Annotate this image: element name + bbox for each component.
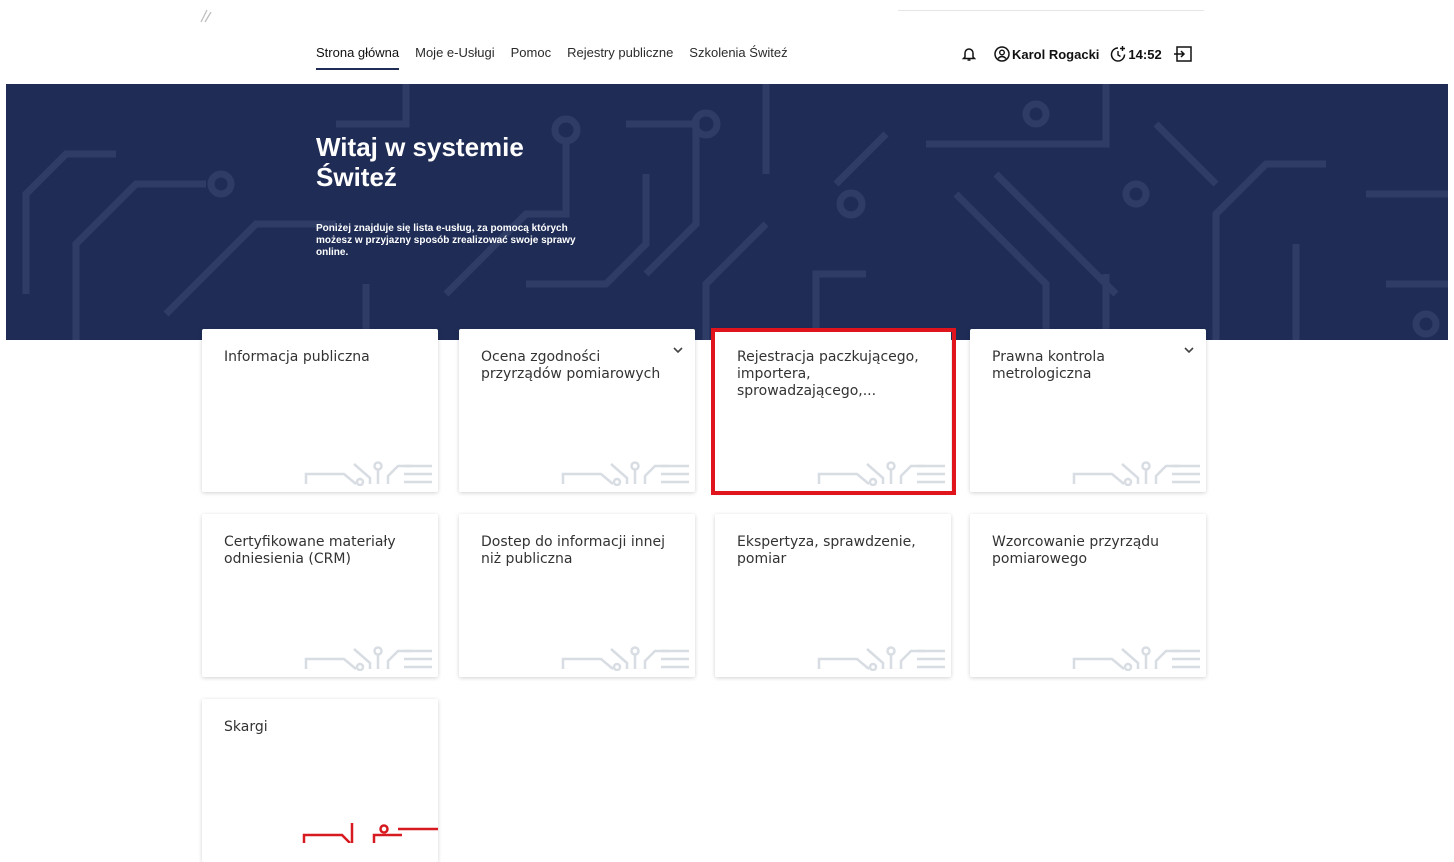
user-bar: Karol Rogacki 14:52 <box>962 44 1192 64</box>
top-divider <box>898 10 1204 11</box>
logout-icon[interactable] <box>1173 46 1192 62</box>
hero-title: Witaj w systemie Świteź <box>316 132 524 192</box>
session-time: 14:52 <box>1128 46 1162 62</box>
service-card-packer-registration[interactable]: Rejestracja paczkującego, importera, spr… <box>715 329 951 492</box>
logo-icon[interactable] <box>198 6 214 24</box>
nav-public-registers[interactable]: Rejestry publiczne <box>567 44 673 64</box>
service-card-label: Certyfikowane materiały odniesienia (CRM… <box>224 534 396 567</box>
service-card-legal-metrology[interactable]: Prawna kontrola metrologiczna <box>970 329 1206 492</box>
service-card-label: Ekspertyza, sprawdzenie, pomiar <box>737 534 916 567</box>
service-card-calibration[interactable]: Wzorcowanie przyrządu pomiarowego <box>970 514 1206 677</box>
circuit-decoration-icon <box>304 461 432 486</box>
circuit-decoration-icon <box>561 646 689 671</box>
user-name[interactable]: Karol Rogacki <box>1012 47 1099 62</box>
hero-description: Poniżej znajduje się lista e-usług, za p… <box>316 223 576 258</box>
user-circle-icon[interactable] <box>994 46 1010 62</box>
circuit-decoration-icon <box>561 461 689 486</box>
circuit-decoration-icon <box>1072 646 1200 671</box>
service-card-label: Rejestracja paczkującego, importera, spr… <box>737 349 919 399</box>
circuit-pattern <box>22 84 1448 340</box>
service-card-label: Skargi <box>224 719 268 735</box>
circuit-decoration-icon <box>1072 461 1200 486</box>
circuit-decoration-icon <box>817 461 945 486</box>
service-card-non-public-information[interactable]: Dostep do informacji innej niż publiczna <box>459 514 695 677</box>
service-card-label: Prawna kontrola metrologiczna <box>992 349 1105 382</box>
circuit-decoration-icon <box>304 646 432 671</box>
service-card-conformity-assessment[interactable]: Ocena zgodności przyrządów pomiarowych <box>459 329 695 492</box>
main-nav: Strona główna Moje e-Usługi Pomoc Rejest… <box>316 44 804 70</box>
service-card-expertise[interactable]: Ekspertyza, sprawdzenie, pomiar <box>715 514 951 677</box>
nav-trainings[interactable]: Szkolenia Świteź <box>689 44 787 64</box>
circuit-decoration-icon <box>817 646 945 671</box>
service-card-public-information[interactable]: Informacja publiczna <box>202 329 438 492</box>
chevron-down-icon[interactable] <box>673 347 683 354</box>
service-card-label: Wzorcowanie przyrządu pomiarowego <box>992 534 1160 567</box>
circuit-decoration-icon <box>302 823 438 843</box>
nav-my-services[interactable]: Moje e-Usługi <box>415 44 494 64</box>
session-timer-icon[interactable] <box>1109 45 1127 63</box>
nav-home[interactable]: Strona główna <box>316 44 400 70</box>
service-card-label: Informacja publiczna <box>224 349 370 365</box>
service-card-label: Ocena zgodności przyrządów pomiarowych <box>481 349 661 382</box>
service-card-crm[interactable]: Certyfikowane materiały odniesienia (CRM… <box>202 514 438 677</box>
nav-help[interactable]: Pomoc <box>511 44 551 64</box>
bell-icon[interactable] <box>962 46 976 62</box>
service-card-label: Dostep do informacji innej niż publiczna <box>481 534 666 567</box>
hero-banner: Witaj w systemie Świteź Poniżej znajduje… <box>6 84 1448 340</box>
chevron-down-icon[interactable] <box>1184 347 1194 354</box>
